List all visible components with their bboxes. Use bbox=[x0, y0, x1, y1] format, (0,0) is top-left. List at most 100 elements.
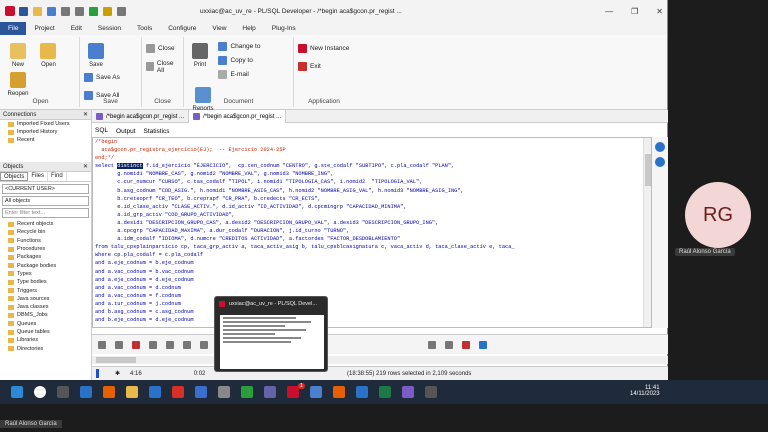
list-item[interactable]: Recent objects bbox=[0, 220, 91, 228]
list-item[interactable]: Queue tables bbox=[0, 328, 91, 336]
connection-item[interactable]: Imported Fixed Users bbox=[0, 120, 91, 128]
tab-document-2[interactable]: /*begin aca$gcon.pr_regist ... bbox=[189, 110, 287, 123]
new-button[interactable]: New bbox=[6, 39, 30, 68]
save-icon[interactable] bbox=[47, 6, 56, 16]
list-item[interactable]: Functions bbox=[0, 237, 91, 245]
reopen-button[interactable]: Reopen bbox=[6, 68, 30, 97]
word-icon[interactable] bbox=[356, 386, 368, 398]
chrome-icon[interactable] bbox=[172, 386, 184, 398]
filter-icon[interactable] bbox=[479, 340, 487, 349]
outlook-icon[interactable] bbox=[149, 386, 161, 398]
list-item[interactable]: Type bodies bbox=[0, 278, 91, 286]
open-button[interactable]: Open bbox=[36, 39, 60, 68]
delete-row-icon[interactable] bbox=[166, 340, 174, 349]
print-button[interactable]: Print bbox=[188, 39, 212, 68]
copy-to-button[interactable]: Copy to bbox=[218, 55, 260, 66]
file-explorer-icon[interactable] bbox=[126, 386, 138, 398]
search-icon[interactable] bbox=[34, 386, 46, 398]
menu-session[interactable]: Session bbox=[90, 22, 129, 35]
close-button[interactable]: ✕ bbox=[656, 7, 663, 16]
redo-icon[interactable] bbox=[75, 6, 84, 16]
teams-icon[interactable] bbox=[264, 386, 276, 398]
list-item[interactable]: Libraries bbox=[0, 336, 91, 344]
app-icon[interactable] bbox=[402, 386, 414, 398]
fetch-next-icon[interactable] bbox=[200, 340, 208, 349]
commit-icon[interactable] bbox=[103, 6, 112, 16]
app-icon[interactable] bbox=[310, 386, 322, 398]
list-item[interactable]: Triggers bbox=[0, 286, 91, 294]
restore-button[interactable]: ❐ bbox=[631, 7, 638, 16]
sql-editor[interactable]: /*begin aca$gcon.pr_registra_ejercicio(E… bbox=[92, 137, 652, 328]
save-button[interactable]: Save bbox=[84, 39, 108, 68]
new-icon[interactable] bbox=[19, 6, 28, 16]
tab-objects[interactable]: Objects bbox=[0, 172, 29, 181]
list-item[interactable]: Package bodies bbox=[0, 261, 91, 269]
system-clock[interactable]: 11:41 14/11/2023 bbox=[630, 385, 660, 397]
menu-view[interactable]: View bbox=[204, 22, 234, 35]
tab-document-1[interactable]: /*begin aca$gcon.pr_regist ... bbox=[92, 110, 190, 123]
pane-close-icon[interactable]: ✕ bbox=[83, 163, 88, 170]
firefox-icon[interactable] bbox=[103, 386, 115, 398]
new-instance-button[interactable]: New Instance bbox=[298, 43, 350, 54]
list-item[interactable]: DBMS_Jobs bbox=[0, 311, 91, 319]
menu-configure[interactable]: Configure bbox=[160, 22, 204, 35]
menu-tools[interactable]: Tools bbox=[129, 22, 160, 35]
taskbar-thumbnail-popup[interactable]: uxxiac@ac_uv_re - PL/SQL Devel... bbox=[214, 296, 328, 372]
report-icon[interactable] bbox=[462, 340, 470, 349]
lock-icon[interactable] bbox=[132, 340, 140, 349]
scroll-down-icon[interactable] bbox=[655, 157, 665, 167]
tab-sql[interactable]: SQL bbox=[95, 127, 109, 135]
whatsapp-icon[interactable] bbox=[241, 386, 253, 398]
menu-help[interactable]: Help bbox=[234, 22, 263, 35]
execute-icon[interactable] bbox=[89, 6, 98, 16]
close-all-button[interactable]: Close All bbox=[146, 60, 179, 74]
app-icon[interactable] bbox=[333, 386, 345, 398]
settings-icon[interactable] bbox=[98, 340, 106, 349]
rollback-icon[interactable] bbox=[117, 6, 126, 16]
pane-close-icon[interactable]: ✕ bbox=[83, 111, 88, 118]
list-item[interactable]: Java classes bbox=[0, 303, 91, 311]
edge-icon[interactable] bbox=[80, 386, 92, 398]
scroll-thumb[interactable] bbox=[645, 154, 651, 186]
editor-vertical-scrollbar[interactable] bbox=[643, 138, 651, 327]
object-type-combo[interactable]: All objects bbox=[2, 196, 89, 206]
excel-icon[interactable] bbox=[379, 386, 391, 398]
windows-start-icon[interactable] bbox=[11, 386, 23, 398]
list-item[interactable]: Queues bbox=[0, 320, 91, 328]
menu-plugins[interactable]: Plug-Ins bbox=[264, 22, 304, 35]
email-button[interactable]: E-mail bbox=[218, 69, 260, 80]
export-icon[interactable] bbox=[428, 340, 436, 349]
list-item[interactable]: Directories bbox=[0, 344, 91, 352]
fetch-icon[interactable] bbox=[115, 340, 123, 349]
connection-item[interactable]: Imported History bbox=[0, 128, 91, 136]
undo-icon[interactable] bbox=[61, 6, 70, 16]
tab-output[interactable]: Output bbox=[116, 128, 136, 135]
tab-files[interactable]: Files bbox=[28, 172, 49, 181]
list-item[interactable]: Recycle bin bbox=[0, 228, 91, 236]
exit-button[interactable]: Exit bbox=[298, 61, 350, 72]
horizontal-scrollbar[interactable] bbox=[92, 356, 668, 364]
list-item[interactable]: Packages bbox=[0, 253, 91, 261]
scroll-up-icon[interactable] bbox=[655, 142, 665, 152]
app-icon[interactable] bbox=[425, 386, 437, 398]
scroll-thumb[interactable] bbox=[96, 357, 136, 363]
save-as-button[interactable]: Save As bbox=[84, 72, 120, 83]
add-row-icon[interactable] bbox=[149, 340, 157, 349]
list-item[interactable]: Java sources bbox=[0, 295, 91, 303]
app-icon[interactable] bbox=[218, 386, 230, 398]
user-combo[interactable]: <CURRENT USER> bbox=[2, 184, 89, 194]
app-icon[interactable] bbox=[195, 386, 207, 398]
tab-statistics[interactable]: Statistics bbox=[144, 128, 170, 135]
menu-project[interactable]: Project bbox=[26, 22, 62, 35]
minimize-button[interactable]: — bbox=[605, 7, 613, 16]
list-item[interactable]: Procedures bbox=[0, 245, 91, 253]
close-doc-button[interactable]: Close bbox=[146, 43, 179, 54]
grid-icon[interactable] bbox=[445, 340, 453, 349]
connection-item[interactable]: Recent bbox=[0, 136, 91, 144]
list-item[interactable]: Types bbox=[0, 270, 91, 278]
change-to-button[interactable]: Change to bbox=[218, 41, 260, 52]
task-view-icon[interactable] bbox=[57, 386, 69, 398]
tab-find[interactable]: Find bbox=[48, 172, 67, 181]
open-icon[interactable] bbox=[33, 6, 42, 16]
menu-edit[interactable]: Edit bbox=[63, 22, 90, 35]
